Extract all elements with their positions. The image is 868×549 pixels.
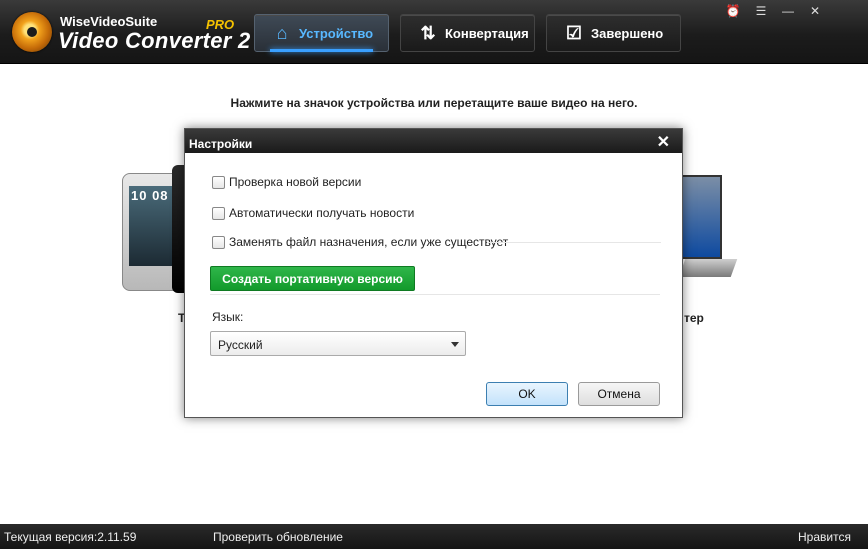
option-overwrite-label: Заменять файл назначения, если уже сущес… — [229, 235, 509, 249]
cancel-button[interactable]: Отмена — [578, 382, 660, 406]
chevron-down-icon — [451, 342, 459, 347]
convert-arrows-icon: ⇅ — [420, 22, 436, 43]
tab-finished[interactable]: ☑ Завершено — [546, 14, 681, 52]
device-label-right: тер — [684, 311, 704, 325]
instruction-text: Нажмите на значок устройства или перетащ… — [230, 96, 638, 110]
tab-device[interactable]: ⌂ Устройство — [254, 14, 389, 52]
language-select[interactable]: Русский — [210, 331, 466, 356]
check-update-link[interactable]: Проверить обновление — [213, 530, 343, 544]
checkbox-check-updates[interactable] — [212, 175, 225, 189]
version-text: Текущая версия:2.11.59 — [4, 530, 137, 544]
settings-dialog: Настройки ✕ Проверка новой версии Автома… — [184, 128, 683, 418]
checkbox-check-icon: ☑ — [565, 22, 583, 43]
app-header: WiseVideoSuite PRO Video Converter 2 ⌂ У… — [0, 0, 868, 64]
tab-convert-label: Конвертация — [445, 25, 529, 41]
tab-finished-label: Завершено — [591, 25, 664, 41]
phone-clock: 10 08 — [131, 188, 169, 203]
checkbox-overwrite[interactable] — [212, 235, 225, 249]
language-label: Язык: — [212, 310, 244, 324]
separator — [487, 242, 661, 243]
checkbox-auto-news[interactable] — [212, 206, 225, 220]
alarm-icon[interactable]: ⏰ — [722, 2, 744, 20]
create-portable-button[interactable]: Создать портативную версию — [210, 266, 415, 291]
brand-product-name: Video Converter 2 — [58, 28, 251, 53]
brand-suite-name: WiseVideoSuite — [60, 14, 158, 29]
minimize-icon[interactable]: — — [777, 2, 799, 20]
app-logo-icon — [12, 12, 52, 52]
language-select-value: Русский — [218, 338, 263, 352]
laptop-base — [678, 259, 738, 277]
option-auto-news-label: Автоматически получать новости — [229, 206, 415, 220]
option-check-updates[interactable]: Проверка новой версии — [212, 175, 361, 189]
option-auto-news[interactable]: Автоматически получать новости — [212, 206, 414, 220]
like-link[interactable]: Нравится — [798, 530, 851, 544]
separator — [210, 294, 660, 295]
status-bar: Текущая версия:2.11.59 Проверить обновле… — [0, 524, 868, 549]
tab-device-label: Устройство — [299, 25, 374, 41]
ok-button[interactable]: OK — [486, 382, 568, 406]
close-icon[interactable]: ✕ — [804, 2, 826, 20]
menu-icon[interactable]: ☰ — [750, 2, 772, 20]
home-icon: ⌂ — [276, 22, 288, 43]
option-overwrite[interactable]: Заменять файл назначения, если уже сущес… — [212, 235, 508, 249]
laptop-screen — [682, 175, 722, 259]
tab-convert[interactable]: ⇅ Конвертация — [400, 14, 535, 52]
option-check-updates-label: Проверка новой версии — [229, 175, 362, 189]
dialog-close-icon[interactable]: ✕ — [657, 132, 670, 152]
dialog-title: Настройки — [189, 137, 253, 151]
dialog-title-bar: Настройки ✕ — [185, 129, 682, 153]
device-laptop[interactable] — [678, 175, 738, 287]
